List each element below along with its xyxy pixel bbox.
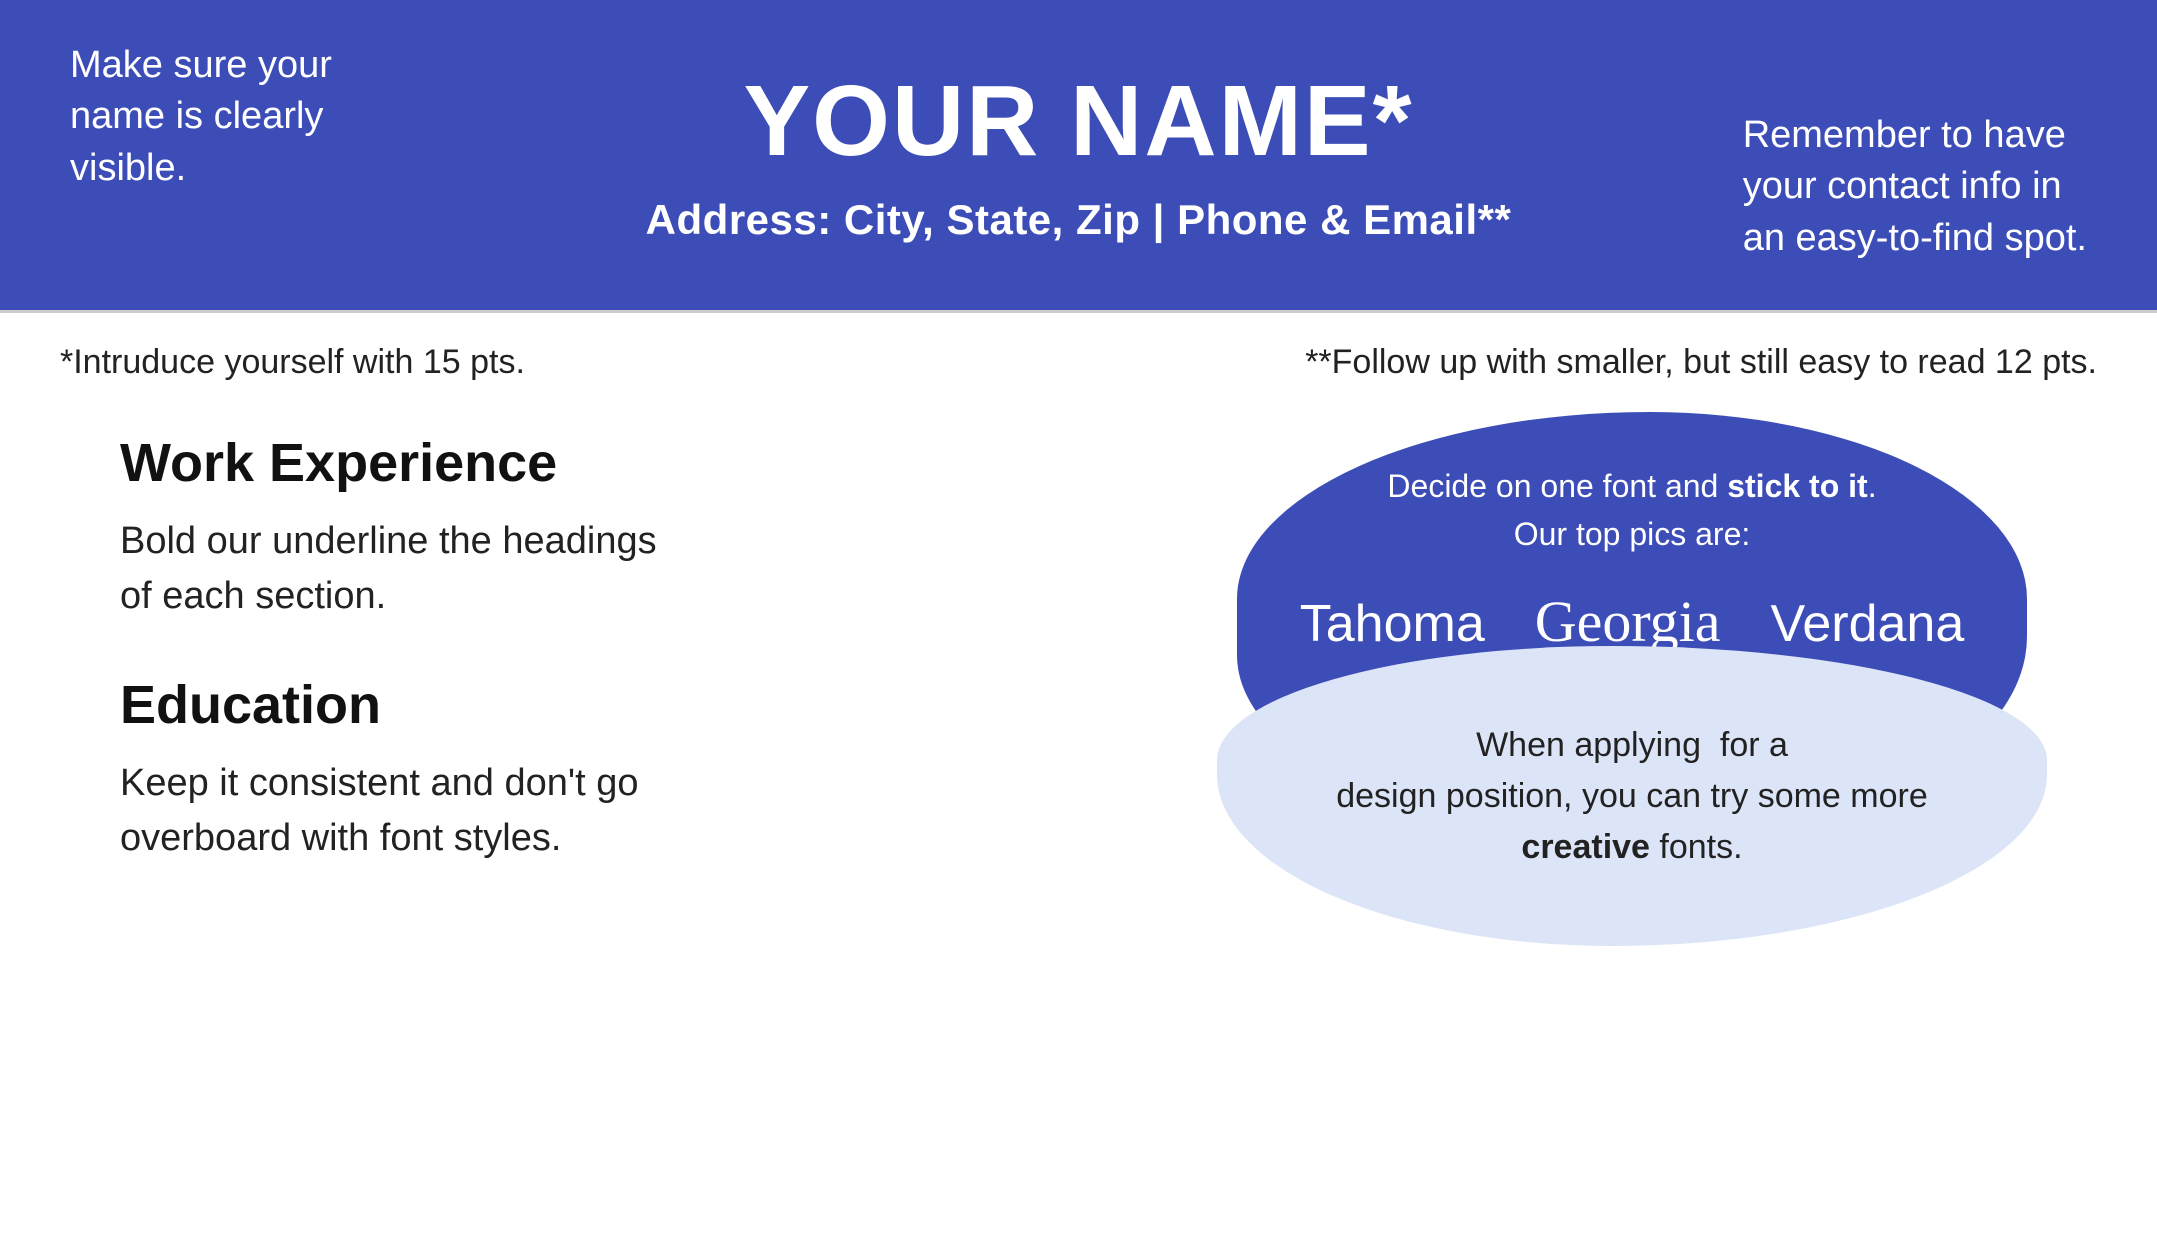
footnote-left: *Intruduce yourself with 15 pts. — [60, 343, 525, 382]
footnotes-row: *Intruduce yourself with 15 pts. **Follo… — [0, 313, 2157, 392]
right-column: Decide on one font and stick to it. Our … — [1187, 412, 2037, 916]
work-experience-section: Work Experience Bold our underline the h… — [120, 432, 1107, 624]
education-heading: Education — [120, 674, 1107, 736]
font-verdana-label: Verdana — [1771, 594, 1965, 654]
your-name-title: YOUR NAME* — [646, 66, 1512, 176]
header-address: Address: City, State, Zip | Phone & Emai… — [646, 196, 1512, 244]
header-left-tip: Make sure your name is clearly visible. — [70, 40, 332, 194]
light-blob: When applying for a design position, you… — [1217, 646, 2047, 946]
header-center: YOUR NAME* Address: City, State, Zip | P… — [646, 66, 1512, 244]
header-right-tip: Remember to have your contact info in an… — [1743, 110, 2087, 264]
font-tahoma-label: Tahoma — [1300, 594, 1485, 654]
left-column: Work Experience Bold our underline the h… — [120, 412, 1187, 916]
light-blob-text: When applying for a design position, you… — [1336, 720, 1928, 873]
education-section: Education Keep it consistent and don't g… — [120, 674, 1107, 866]
font-names-row1: Tahoma Georgia Verdana — [1300, 588, 1965, 655]
font-georgia-label: Georgia — [1535, 588, 1721, 655]
footnote-right: **Follow up with smaller, but still easy… — [1305, 343, 2097, 382]
right-tip-text: Remember to have your contact info in an… — [1743, 114, 2087, 259]
work-experience-heading: Work Experience — [120, 432, 1107, 494]
work-experience-body: Bold our underline the headings of each … — [120, 514, 1107, 624]
education-body: Keep it consistent and don't go overboar… — [120, 756, 1107, 866]
font-blob-text: Decide on one font and stick to it. Our … — [1387, 462, 1876, 558]
header-banner: Make sure your name is clearly visible. … — [0, 0, 2157, 310]
main-content: Work Experience Bold our underline the h… — [0, 392, 2157, 916]
left-tip-text: Make sure your name is clearly visible. — [70, 44, 332, 189]
